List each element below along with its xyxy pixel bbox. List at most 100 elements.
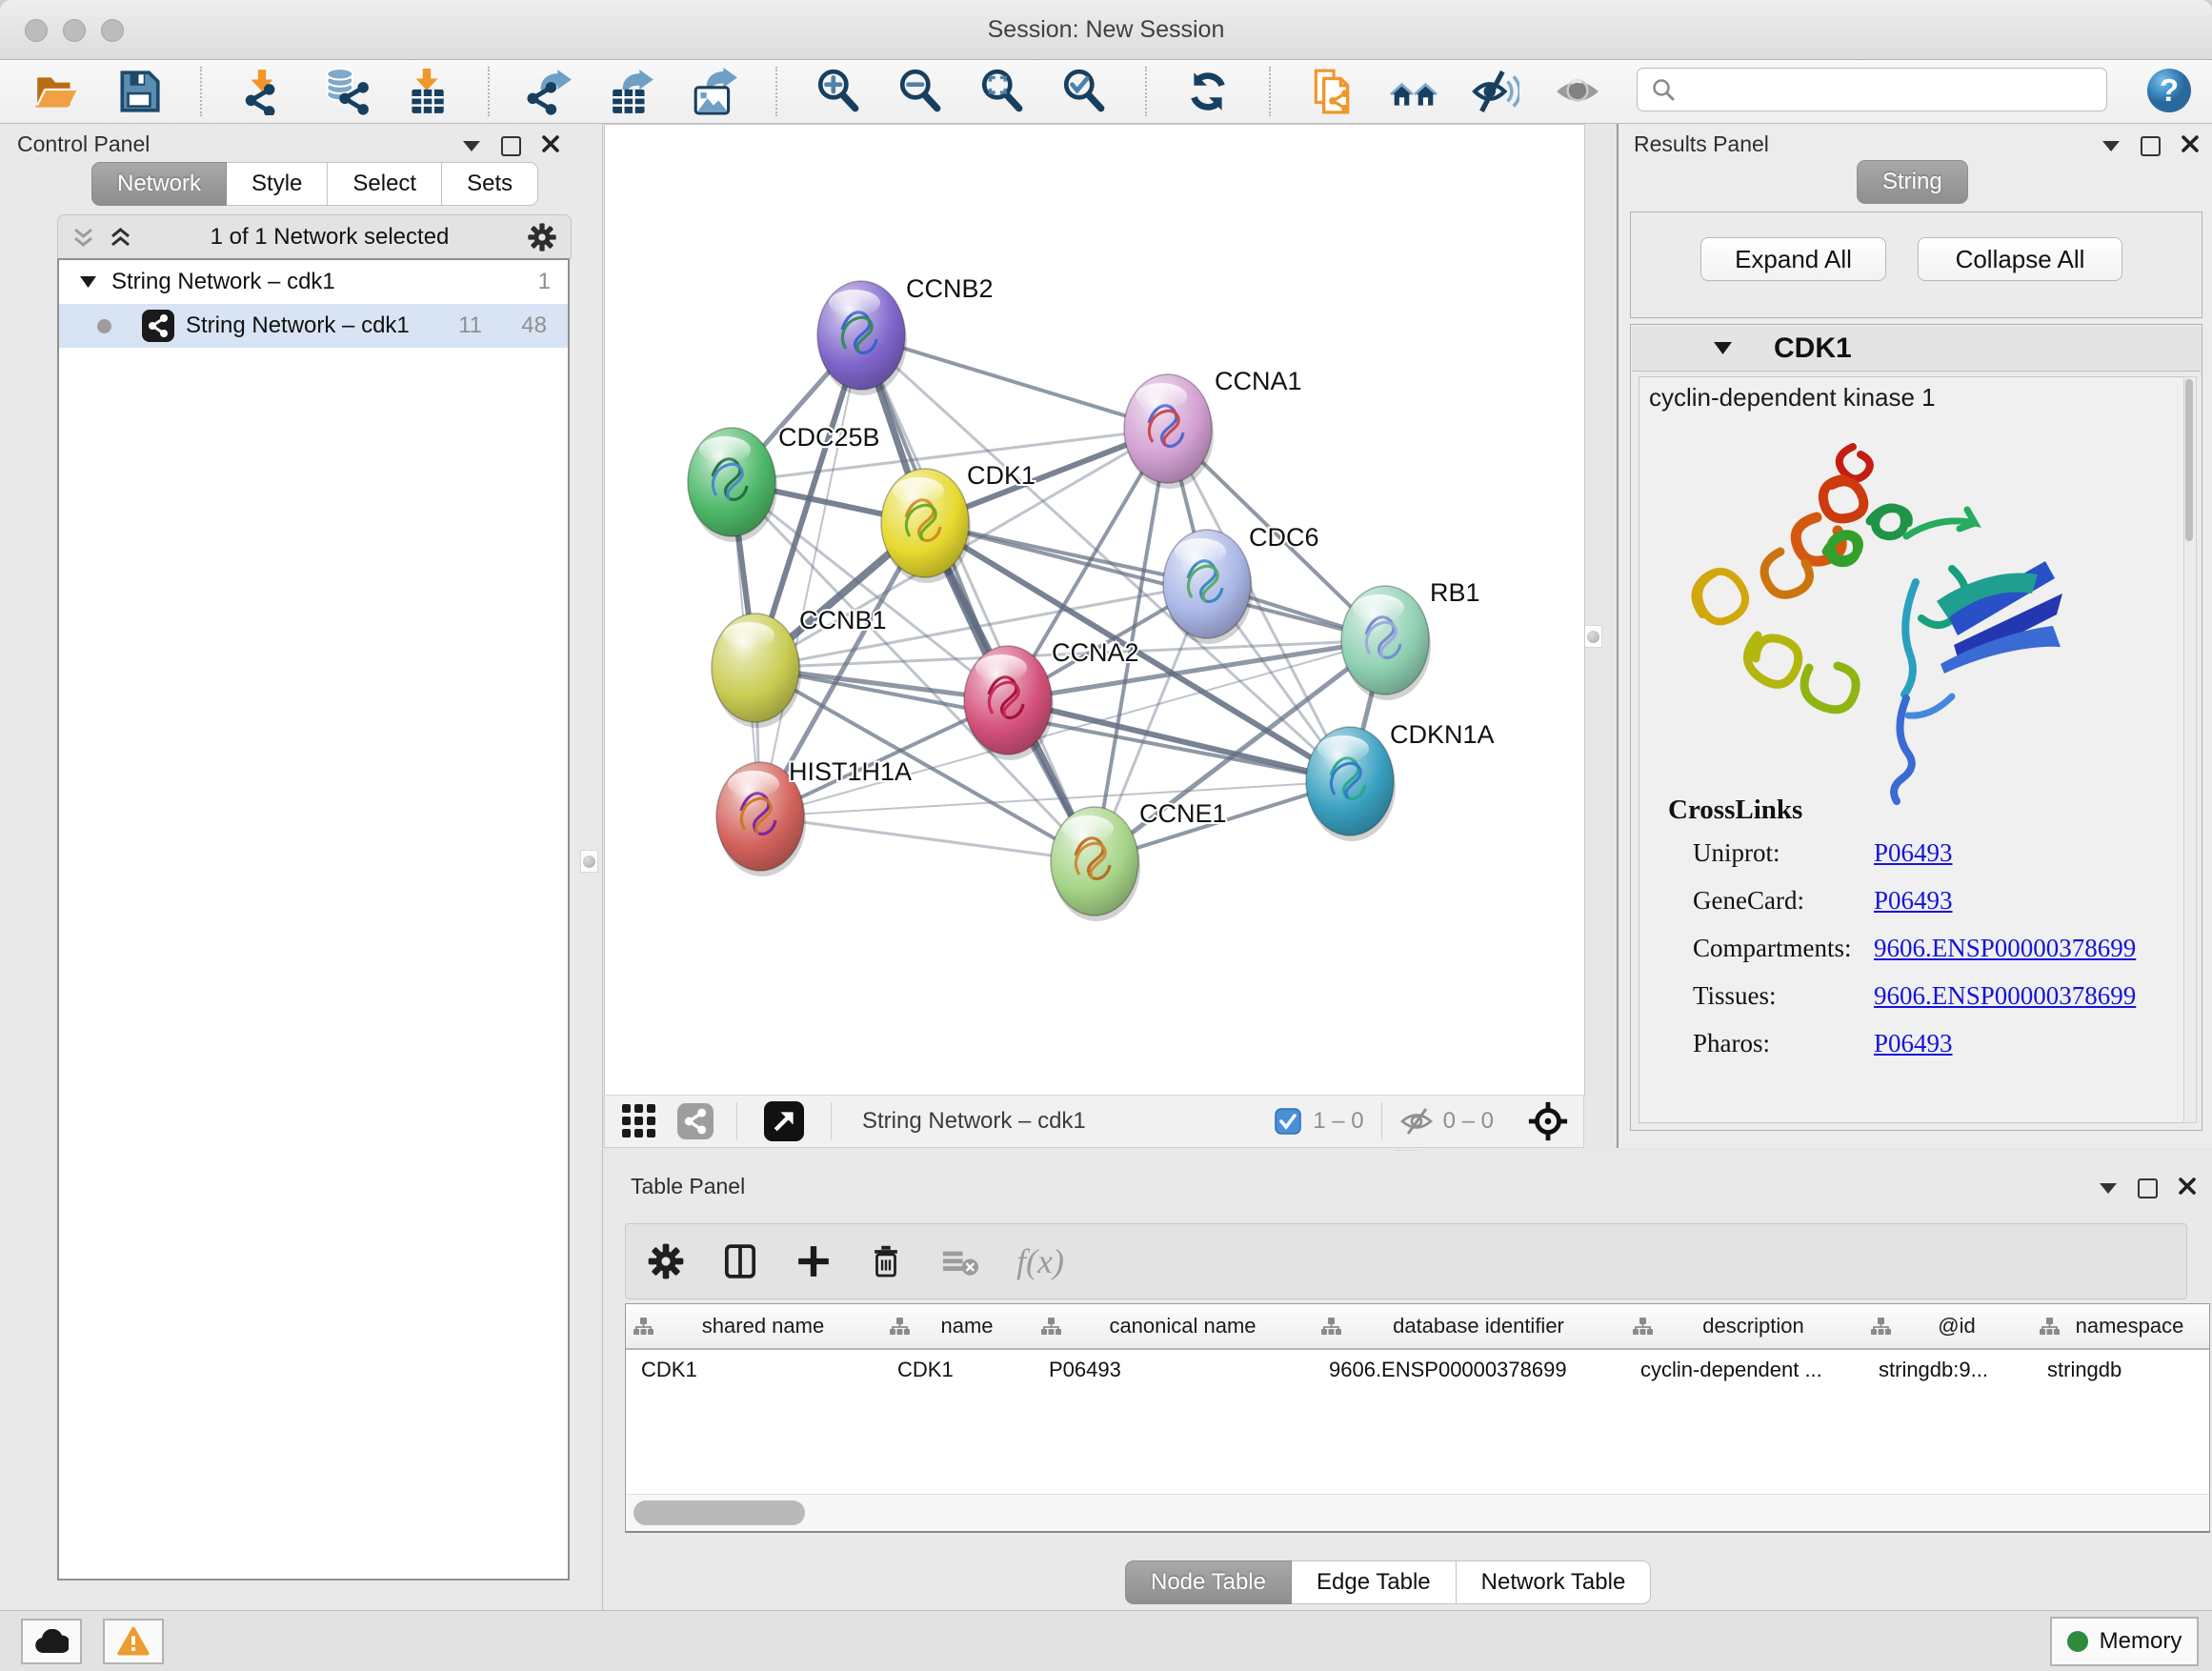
crosslink-value-link[interactable]: 9606.ENSP00000378699 [1874,934,2136,963]
tab-edge-table[interactable]: Edge Table [1292,1560,1457,1604]
table-cell[interactable]: cyclin-dependent ... [1625,1348,1863,1392]
results-scrollbar[interactable] [2183,376,2197,1123]
expand-all-button[interactable]: Expand All [1700,237,1886,281]
crosslink-value-link[interactable]: P06493 [1874,838,1953,868]
network-node-RB1[interactable] [1341,586,1431,700]
right-splitter-handle[interactable] [1584,625,1602,648]
search-input[interactable] [1685,75,2106,104]
gene-expander-icon[interactable] [1714,342,1732,354]
grid-view-icon[interactable] [620,1102,658,1140]
crosslink-value-link[interactable]: P06493 [1874,1029,1953,1058]
tab-network[interactable]: Network [91,162,227,206]
network-node-CDC6[interactable] [1163,530,1253,644]
network-edge[interactable] [760,816,1095,861]
gene-header-row[interactable]: CDK1 [1632,326,2201,372]
table-cell[interactable]: 9606.ENSP00000378699 [1314,1348,1625,1392]
export-image-icon[interactable] [690,67,739,116]
network-node-CCNA1[interactable] [1124,374,1214,489]
results-panel-float-icon[interactable] [2141,136,2161,156]
collapse-all-button[interactable]: Collapse All [1918,237,2122,281]
table-cell[interactable]: stringdb:9... [1863,1348,2032,1392]
birds-eye-view-icon[interactable] [1526,1099,1570,1143]
zoom-selected-icon[interactable] [1059,67,1109,116]
delete-column-icon[interactable] [868,1243,904,1279]
export-table-icon[interactable] [608,67,657,116]
network-collection-row[interactable]: String Network – cdk1 1 [59,260,568,304]
export-network-icon[interactable] [526,67,575,116]
network-node-CCNA2[interactable] [964,646,1054,760]
home-icon[interactable] [1389,67,1438,116]
left-splitter-handle[interactable] [580,850,598,873]
network-canvas[interactable]: CCNB2CCNA1CDC25BCDK1CDC6RB1CCNB1CCNA2CDK… [604,124,1585,1096]
save-session-icon[interactable] [114,67,164,116]
import-database-icon[interactable] [320,67,370,116]
network-row-selected[interactable]: String Network – cdk1 11 48 [59,304,568,348]
network-node-CCNB2[interactable] [817,281,907,395]
network-node-CDC25B[interactable] [688,428,777,542]
tab-select[interactable]: Select [328,162,442,206]
refresh-icon[interactable] [1183,67,1233,116]
collapse-all-networks-icon[interactable] [71,226,95,250]
selected-nodes-checkbox[interactable] [1275,1108,1301,1135]
open-session-icon[interactable] [32,67,82,116]
zoom-fit-icon[interactable] [977,67,1027,116]
column-header-name[interactable]: name [882,1304,1035,1350]
network-node-CCNE1[interactable] [1051,807,1140,921]
tab-network-table[interactable]: Network Table [1457,1560,1652,1604]
network-node-CCNB1[interactable] [712,614,801,728]
table-settings-gear-icon[interactable] [647,1242,685,1280]
column-header-namespace[interactable]: namespace [2032,1304,2210,1350]
network-node-CDKN1A[interactable] [1306,727,1396,841]
cloud-button[interactable] [21,1619,82,1664]
table-panel-close-icon[interactable] [2179,1178,2196,1199]
function-builder-icon[interactable]: f(x) [1016,1241,1064,1281]
memory-button[interactable]: Memory [2050,1617,2199,1666]
network-options-gear-icon[interactable] [527,222,557,252]
network-node-CDK1[interactable] [881,469,971,583]
tab-style[interactable]: Style [227,162,328,206]
control-panel-close-icon[interactable] [542,135,559,157]
table-panel-collapse-icon[interactable] [2100,1183,2117,1194]
show-panel-icon[interactable] [1553,67,1602,116]
table-cell[interactable]: CDK1 [626,1348,882,1392]
results-panel-collapse-icon[interactable] [2102,141,2120,151]
control-panel-float-icon[interactable] [501,136,521,156]
tab-node-table[interactable]: Node Table [1125,1560,1292,1604]
column-header-shared-name[interactable]: shared name [626,1304,883,1350]
crosslink-label: Tissues: [1693,981,1874,1011]
tree-expander-icon[interactable] [80,276,96,288]
column-header-@id[interactable]: @id [1863,1304,2033,1350]
show-columns-icon[interactable] [721,1242,759,1280]
crosslink-value-link[interactable]: 9606.ENSP00000378699 [1874,981,2136,1011]
warning-button[interactable] [103,1619,164,1664]
tab-sets[interactable]: Sets [442,162,538,206]
expand-all-networks-icon[interactable] [109,226,132,250]
network-edge[interactable] [760,335,861,816]
network-edge[interactable] [861,335,1168,429]
search-field[interactable] [1637,68,2107,111]
add-column-icon[interactable] [795,1243,832,1279]
column-header-database-identifier[interactable]: database identifier [1314,1304,1626,1350]
string-view-icon[interactable] [677,1103,714,1139]
tab-string[interactable]: String [1857,160,1968,204]
zoom-out-icon[interactable] [895,67,945,116]
table-cell[interactable]: P06493 [1034,1348,1314,1392]
help-button[interactable]: ? [2145,67,2193,119]
import-network-icon[interactable] [238,67,288,116]
delete-table-icon[interactable] [940,1243,980,1279]
control-panel-collapse-icon[interactable] [463,141,480,151]
results-panel-close-icon[interactable] [2182,135,2199,157]
zoom-in-icon[interactable] [814,67,863,116]
export-view-icon[interactable] [764,1101,804,1141]
import-table-icon[interactable] [402,67,452,116]
column-header-canonical-name[interactable]: canonical name [1034,1304,1315,1350]
crosslink-value-link[interactable]: P06493 [1874,886,1953,916]
table-panel-float-icon[interactable] [2138,1178,2158,1198]
hide-panel-icon[interactable] [1471,67,1520,116]
table-horizontal-scrollbar[interactable] [626,1494,2209,1531]
table-cell[interactable]: stringdb [2032,1348,2209,1392]
column-header-description[interactable]: description [1625,1304,1864,1350]
hidden-elements-icon[interactable] [1399,1107,1434,1136]
string-import-icon[interactable] [1307,67,1357,116]
table-cell[interactable]: CDK1 [882,1348,1034,1392]
